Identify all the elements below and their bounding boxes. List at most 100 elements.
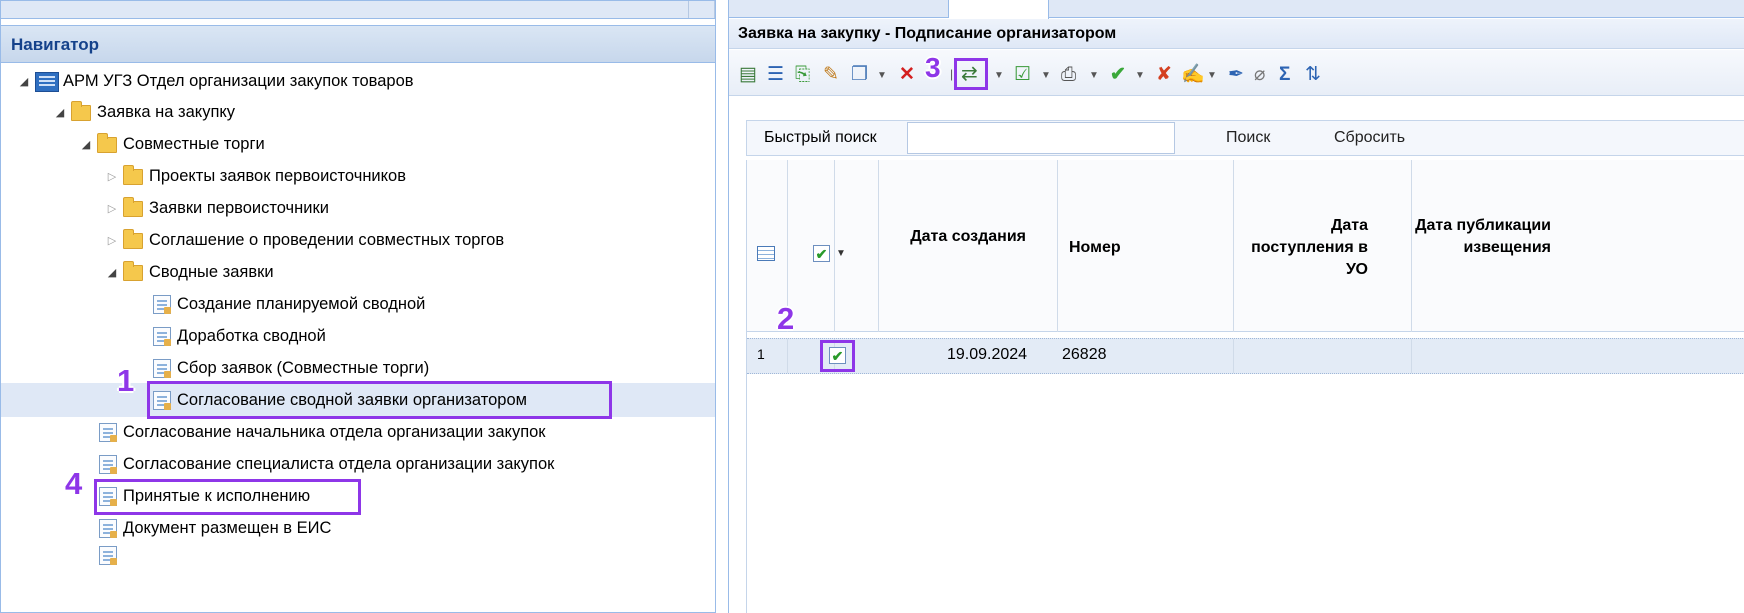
tab-left[interactable] xyxy=(729,0,949,18)
tree-node-label: Совместные торги xyxy=(123,135,265,153)
row-index: 1 xyxy=(757,346,765,362)
column-chooser-icon[interactable] xyxy=(757,246,775,261)
step-4-badge: 4 xyxy=(65,466,83,501)
expand-arrow-icon[interactable]: ▷ xyxy=(105,234,119,247)
document-filter-icon xyxy=(153,295,171,314)
approve-dropdown-arrow-icon[interactable]: ▼ xyxy=(1041,70,1051,81)
column-header-date-received[interactable]: Дата поступления в УО xyxy=(1233,215,1368,281)
tree-node-source-drafts[interactable]: ▷ Проекты заявок первоисточников xyxy=(105,161,406,192)
column-header-date-published[interactable]: Дата публикации извещения xyxy=(1411,215,1551,259)
expand-arrow-icon[interactable]: ▷ xyxy=(105,170,119,183)
main-panel: Заявка на закупку - Подписание организат… xyxy=(728,0,1744,613)
sum-icon[interactable]: Σ xyxy=(1279,62,1290,86)
grid-title: Заявка на закупку - Подписание организат… xyxy=(738,25,1117,42)
folder-icon xyxy=(123,164,143,185)
collapse-arrow-icon[interactable]: ◢ xyxy=(17,75,31,88)
export-icon[interactable]: ⎘ xyxy=(795,62,810,86)
folder-icon xyxy=(123,260,143,281)
tab-right[interactable] xyxy=(1049,0,1744,18)
document-filter-icon xyxy=(153,327,171,346)
column-header-number[interactable]: Номер xyxy=(1069,237,1121,259)
check-icon[interactable]: ✔ xyxy=(1110,62,1126,86)
search-button[interactable]: Поиск xyxy=(1226,129,1270,147)
quick-search-bar: Быстрый поиск Поиск Сбросить xyxy=(746,120,1744,156)
right-top-tabstrip xyxy=(729,0,1744,19)
quick-search-label: Быстрый поиск xyxy=(764,129,877,146)
left-top-tab[interactable] xyxy=(1,1,689,18)
doc-action-dropdown-arrow-icon[interactable]: ▼ xyxy=(1207,70,1217,81)
tree-node-rework[interactable]: Доработка сводной xyxy=(153,321,326,352)
expand-arrow-icon[interactable]: ▷ xyxy=(105,202,119,215)
cell-date-created: 19.09.2024 xyxy=(947,346,1028,363)
tree-node-summary-requests[interactable]: ◢ Сводные заявки xyxy=(105,257,274,288)
tab-active[interactable] xyxy=(949,0,1049,19)
highlight-step-4 xyxy=(94,479,361,515)
approve-doc-icon[interactable]: ☑ xyxy=(1014,62,1031,86)
column-header-date-created[interactable]: Дата создания xyxy=(882,226,1026,248)
collapse-arrow-icon[interactable]: ◢ xyxy=(53,106,67,119)
column-separator xyxy=(878,160,879,332)
tree-node-label: Доработка сводной xyxy=(177,327,326,345)
numbered-list-icon[interactable]: ☰ xyxy=(767,62,784,86)
copy-dropdown-arrow-icon[interactable]: ▼ xyxy=(877,70,887,81)
tree-node-agreement[interactable]: ▷ Соглашение о проведении совместных тор… xyxy=(105,225,504,256)
highlight-step-3 xyxy=(954,58,988,90)
grid-title-bar: Заявка на закупку - Подписание организат… xyxy=(729,19,1744,49)
sign-icon[interactable]: ✒ xyxy=(1228,62,1244,86)
separator-icon: | xyxy=(950,67,954,81)
column-separator xyxy=(787,339,788,373)
collapse-arrow-icon[interactable]: ◢ xyxy=(105,266,119,279)
tree-node-arm[interactable]: ◢ АРМ УГЗ Отдел организации закупок това… xyxy=(17,66,414,97)
edit-icon[interactable]: ✎ xyxy=(823,62,839,86)
collapse-arrow-icon[interactable]: ◢ xyxy=(79,138,93,151)
highlight-step-2 xyxy=(820,340,855,372)
document-filter-icon xyxy=(99,545,117,565)
grid-header: ✔ ▼ Дата создания Номер Дата поступления… xyxy=(747,160,1744,332)
folder-icon xyxy=(97,132,117,153)
sort-icon[interactable]: ⇅ xyxy=(1305,62,1321,86)
tree-node-label: Проекты заявок первоисточников xyxy=(149,167,406,185)
reset-button[interactable]: Сбросить xyxy=(1334,129,1405,147)
collapse-tab[interactable] xyxy=(689,1,715,18)
check-dropdown-arrow-icon[interactable]: ▼ xyxy=(1135,70,1145,81)
folder-icon xyxy=(123,228,143,249)
workstation-icon xyxy=(35,71,59,92)
navigator-header: Навигатор xyxy=(1,25,715,63)
tree-node-label: Создание планируемой сводной xyxy=(177,295,426,313)
tree-node-label: Заявка на закупку xyxy=(97,103,236,121)
reject-icon[interactable]: ✘ xyxy=(1156,62,1172,86)
tree-node-create-planned[interactable]: Создание планируемой сводной xyxy=(153,289,425,320)
quick-search-input[interactable] xyxy=(907,122,1175,154)
tree-node-specialist-approval[interactable]: Согласование специалиста отдела организа… xyxy=(99,449,554,480)
attach-icon[interactable]: ⌀ xyxy=(1254,62,1265,86)
select-all-checkbox[interactable]: ✔ xyxy=(813,245,830,262)
copy-icon[interactable]: ❐ xyxy=(851,62,868,86)
tree-node-collect[interactable]: Сбор заявок (Совместные торги) xyxy=(153,353,429,384)
folder-icon xyxy=(123,196,143,217)
navigator-title: Навигатор xyxy=(11,35,100,54)
document-filter-icon xyxy=(153,359,171,378)
navigator-panel: Навигатор ◢ АРМ УГЗ Отдел организации за… xyxy=(0,0,716,613)
table-row[interactable]: 1 ✔ 19.09.2024 26828 xyxy=(747,338,1744,374)
tree-node-source-requests[interactable]: ▷ Заявки первоисточники xyxy=(105,193,329,224)
grid-toolbar: ▤ ☰ ⎘ ✎ ❐ ▼ ✕ 3 | ⇄ ▼ ☑ ▼ ⎙ ▼ ✔ ▼ ✘ ✍ ▼ … xyxy=(729,50,1744,96)
tree-node-label: АРМ УГЗ Отдел организации закупок товаро… xyxy=(63,72,414,90)
delete-icon[interactable]: ✕ xyxy=(899,62,915,86)
highlight-step-1 xyxy=(147,381,612,419)
select-menu-arrow-icon[interactable]: ▼ xyxy=(836,248,846,259)
route-dropdown-arrow-icon[interactable]: ▼ xyxy=(994,70,1004,81)
tree-node-joint-tenders[interactable]: ◢ Совместные торги xyxy=(79,129,265,160)
list-icon[interactable]: ▤ xyxy=(739,62,757,86)
tree-node-published-eis[interactable]: Документ размещен в ЕИС xyxy=(99,513,331,544)
doc-action-icon[interactable]: ✍ xyxy=(1181,62,1205,86)
print-icon[interactable]: ⎙ xyxy=(1061,62,1076,86)
column-separator xyxy=(1057,160,1058,332)
tree-node-purchase-request[interactable]: ◢ Заявка на закупку xyxy=(53,97,235,128)
print-dropdown-arrow-icon[interactable]: ▼ xyxy=(1089,70,1099,81)
tree-node-label: Заявки первоисточники xyxy=(149,199,329,217)
folder-icon xyxy=(71,100,91,121)
tree-node-head-approval[interactable]: Согласование начальника отдела организац… xyxy=(99,417,546,448)
document-filter-icon xyxy=(99,423,117,442)
tree-node-label: Сводные заявки xyxy=(149,263,274,281)
step-3-badge: 3 xyxy=(925,52,941,83)
